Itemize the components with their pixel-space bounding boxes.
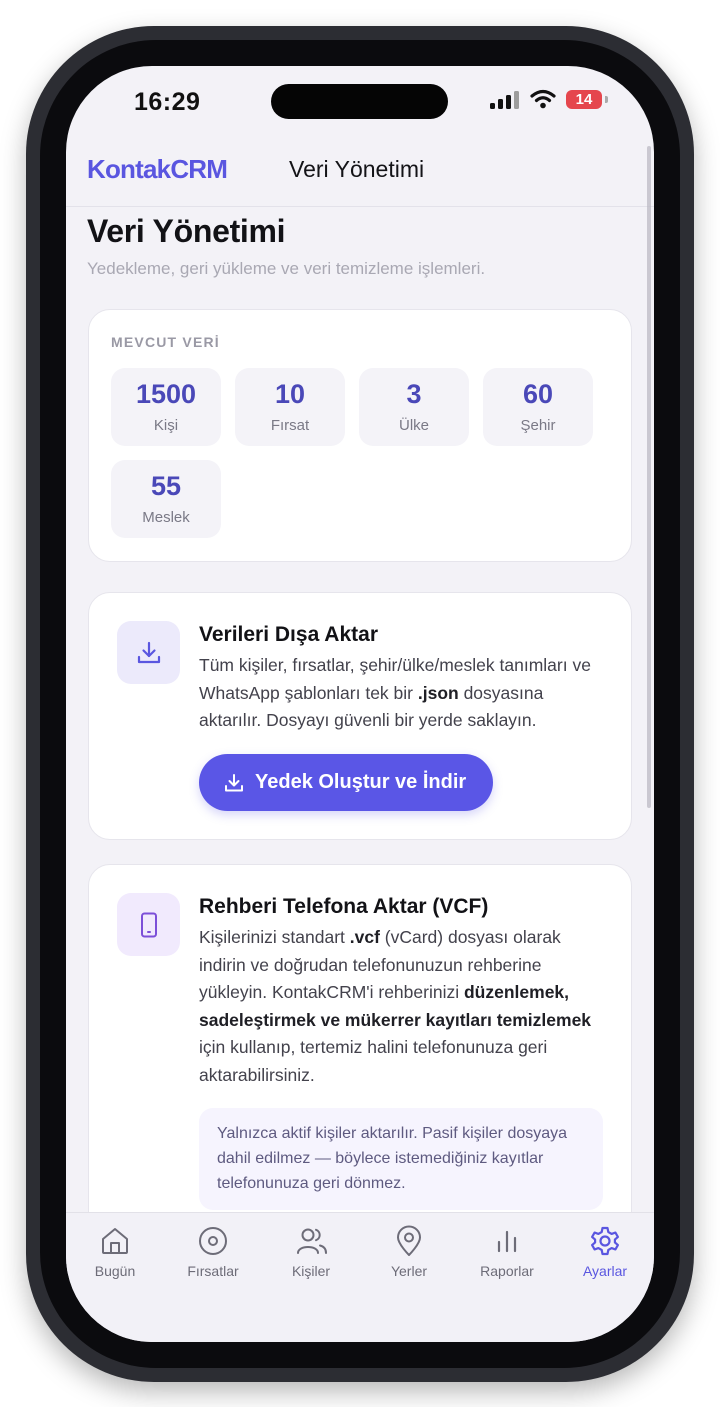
stat-label: Fırsat [270, 417, 310, 434]
page-subtitle: Yedekleme, geri yükleme ve veri temizlem… [87, 259, 486, 278]
nav-label: Bugün [94, 1263, 136, 1279]
stats-heading: MEVCUT VERİ [111, 334, 220, 350]
stat-professions: 55 Meslek [111, 460, 221, 538]
stat-value: 55 [150, 471, 182, 501]
status-bar: 16:29 14 [66, 66, 654, 132]
phone-icon [141, 912, 157, 938]
signal-icon [490, 91, 520, 109]
nav-item-ayarlar[interactable]: Ayarlar [556, 1213, 654, 1293]
vcf-title: Rehberi Telefona Aktar (VCF) [199, 895, 489, 918]
dynamic-island [271, 84, 448, 119]
stat-label: Meslek [142, 509, 190, 526]
vcf-description: Kişilerinizi standart .vcf (vCard) dosya… [199, 927, 592, 1085]
stat-cities: 60 Şehir [483, 368, 593, 446]
header-title: Veri Yönetimi [289, 156, 425, 182]
stat-contacts: 1500 Kişi [111, 368, 221, 446]
wifi-icon [530, 89, 556, 109]
app-header: KontakCRM Veri Yönetimi [66, 132, 654, 207]
nav-item-yerler[interactable]: Yerler [360, 1213, 458, 1293]
nav-item-firsatlar[interactable]: Fırsatlar [164, 1213, 262, 1293]
page-title: Veri Yönetimi [87, 213, 286, 249]
nav-item-kisiler[interactable]: Kişiler [262, 1213, 360, 1293]
users-icon [297, 1228, 327, 1254]
map-pin-icon [397, 1225, 421, 1256]
export-title: Verileri Dışa Aktar [199, 623, 378, 646]
stat-countries: 3 Ülke [359, 368, 469, 446]
vcf-info-note: Yalnızca aktif kişiler aktarılır. Pasif … [199, 1108, 603, 1210]
export-icon-box [117, 621, 180, 684]
nav-label: Raporlar [480, 1263, 534, 1279]
scrollbar[interactable] [647, 146, 651, 808]
export-data-card: Verileri Dışa Aktar Tüm kişiler, fırsatl… [88, 592, 632, 840]
home-icon [102, 1228, 128, 1254]
nav-item-bugun[interactable]: Bugün [66, 1213, 164, 1293]
download-icon [137, 641, 161, 664]
nav-label: Yerler [390, 1263, 428, 1279]
nav-label: Fırsatlar [187, 1263, 239, 1279]
gear-icon [591, 1226, 619, 1256]
nav-label: Ayarlar [582, 1263, 628, 1279]
nav-label: Kişiler [291, 1263, 331, 1279]
vcf-icon-box [117, 893, 180, 956]
status-time: 16:29 [134, 88, 201, 116]
stat-value: 1500 [135, 379, 197, 409]
stat-value: 3 [406, 379, 422, 409]
stat-label: Kişi [153, 417, 179, 434]
bottom-nav: Bugün Fırsatlar Kişiler Yerler Raporlar [66, 1212, 654, 1342]
download-icon [225, 774, 243, 792]
stat-label: Şehir [520, 417, 556, 434]
brand-logo[interactable]: KontakCRM [87, 154, 228, 185]
stat-value: 10 [274, 379, 306, 409]
stat-value: 60 [522, 379, 554, 409]
battery-tip [605, 96, 608, 103]
battery-icon: 14 [566, 90, 602, 109]
current-data-card: MEVCUT VERİ 1500 Kişi 10 Fırsat 3 Ülke 6… [88, 309, 632, 562]
create-backup-label: Yedek Oluştur ve İndir [255, 771, 467, 793]
export-description: Tüm kişiler, fırsatlar, şehir/ülke/mesle… [199, 655, 591, 730]
target-icon [199, 1227, 227, 1255]
stat-opportunities: 10 Fırsat [235, 368, 345, 446]
bar-chart-icon [497, 1230, 517, 1253]
create-backup-button[interactable]: Yedek Oluştur ve İndir [199, 754, 493, 811]
stat-label: Ülke [398, 417, 429, 434]
app-screen: 16:29 14 KontakCRM Veri Yönetimi Veri Yö… [66, 66, 654, 1342]
nav-item-raporlar[interactable]: Raporlar [458, 1213, 556, 1293]
